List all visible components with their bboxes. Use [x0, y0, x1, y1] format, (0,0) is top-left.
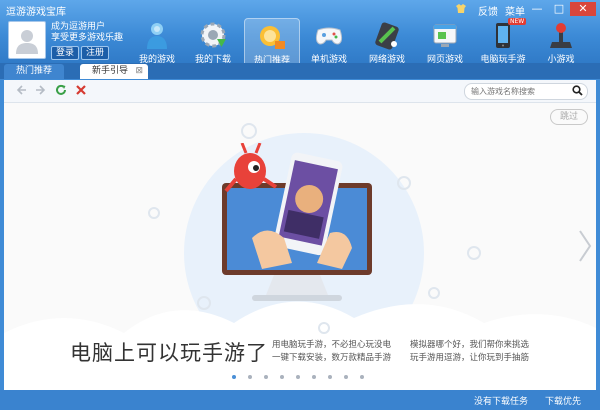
- guide-content: 跳过 电脑上可以玩手游了 用电脑玩手游，不必担心玩没电 一键下载安装，数万款精品…: [4, 103, 596, 390]
- nav-online-games[interactable]: 网络游戏: [360, 18, 414, 66]
- maximize-button[interactable]: □: [548, 2, 570, 16]
- online-game-icon: [372, 20, 402, 50]
- close-button[interactable]: ✕: [570, 2, 596, 16]
- forward-arrow-icon[interactable]: [34, 84, 48, 98]
- page-dot[interactable]: [344, 375, 348, 379]
- nav-single-player[interactable]: 单机游戏: [302, 18, 356, 66]
- user-prompt-line2: 享受更多游戏乐趣: [51, 33, 124, 43]
- avatar[interactable]: [8, 21, 46, 59]
- menu-link[interactable]: 菜单: [505, 3, 525, 18]
- web-game-icon: [430, 20, 460, 50]
- download-priority-link[interactable]: 下载优先: [545, 394, 581, 407]
- joystick-icon: [546, 20, 576, 50]
- no-download-tasks-link[interactable]: 没有下载任务: [474, 394, 528, 407]
- stop-icon[interactable]: [74, 84, 88, 98]
- skin-icon[interactable]: [455, 3, 467, 17]
- login-button[interactable]: 登录: [51, 46, 80, 60]
- nav-web-games[interactable]: 网页游戏: [418, 18, 472, 66]
- tab-beginner-guide[interactable]: 新手引导 ⊠: [80, 64, 149, 79]
- page-dot[interactable]: [232, 375, 236, 379]
- page-dot[interactable]: [280, 375, 284, 379]
- hot-recommend-icon: [257, 21, 287, 51]
- nav-pc-mobile-games[interactable]: NEW 电脑玩手游: [476, 18, 530, 66]
- download-gear-icon: [198, 20, 228, 50]
- nav-hot-recommend[interactable]: 热门推荐: [244, 18, 300, 67]
- search-icon[interactable]: [572, 85, 583, 99]
- pc-mobile-illustration-icon: [222, 143, 372, 301]
- feedback-link[interactable]: 反馈: [478, 3, 498, 18]
- app-title: 逗游游戏宝库: [6, 7, 66, 18]
- guide-description-2: 模拟器哪个好，我们帮你来挑选 玩手游用逗游，让你玩到手抽筋: [410, 339, 529, 365]
- page-dot[interactable]: [360, 375, 364, 379]
- page-dot[interactable]: [264, 375, 268, 379]
- person-icon: [142, 20, 172, 50]
- page-dot[interactable]: [312, 375, 316, 379]
- status-bar: 没有下载任务 下载优先: [0, 390, 600, 410]
- window-buttons: — □ ✕: [526, 2, 596, 16]
- nav-my-games[interactable]: 我的游戏: [130, 18, 184, 66]
- tab-hot-recommend[interactable]: 热门推荐: [4, 64, 65, 79]
- gamepad-icon: [314, 20, 344, 50]
- page-indicator: [232, 375, 376, 379]
- search-box[interactable]: [464, 83, 588, 100]
- guide-headline: 电脑上可以玩手游了: [70, 341, 268, 365]
- refresh-icon[interactable]: [54, 84, 68, 98]
- phone-icon: NEW: [488, 18, 527, 50]
- back-arrow-icon[interactable]: [14, 84, 28, 98]
- tab-label: 新手引导: [92, 66, 129, 76]
- desc-line: 玩手游用逗游，让你玩到手抽筋: [410, 353, 530, 363]
- page-dot[interactable]: [328, 375, 332, 379]
- search-input[interactable]: [471, 85, 567, 98]
- app-window: 逗游游戏宝库 反馈 菜单 — □ ✕ 成为逗游用户 享受更多游戏乐趣 登录 注册: [0, 0, 600, 410]
- desc-line: 模拟器哪个好，我们帮你来挑选: [410, 340, 530, 350]
- skip-button[interactable]: 跳过: [550, 109, 588, 125]
- user-silhouette-icon: [16, 30, 38, 54]
- new-badge: NEW: [508, 18, 527, 25]
- user-prompt-line1: 成为逗游用户: [51, 22, 106, 32]
- header: 逗游游戏宝库 反馈 菜单 — □ ✕ 成为逗游用户 享受更多游戏乐趣 登录 注册: [0, 0, 600, 67]
- register-button[interactable]: 注册: [81, 46, 110, 60]
- nav-mini-games[interactable]: 小游戏: [534, 18, 588, 66]
- browser-toolbar: [4, 80, 596, 103]
- next-page-arrow-icon[interactable]: [578, 229, 592, 266]
- guide-description-1: 用电脑玩手游，不必担心玩没电 一键下载安装，数万款精品手游: [272, 339, 391, 365]
- desc-line: 一键下载安装，数万款精品手游: [272, 353, 392, 363]
- tab-bar: 热门推荐 新手引导 ⊠: [0, 63, 600, 79]
- user-info: 成为逗游用户 享受更多游戏乐趣: [51, 22, 123, 44]
- page-dot[interactable]: [296, 375, 300, 379]
- desc-line: 用电脑玩手游，不必担心玩没电: [272, 340, 392, 350]
- tab-close-icon[interactable]: ⊠: [135, 64, 143, 79]
- minimize-button[interactable]: —: [526, 2, 548, 16]
- nav-my-downloads[interactable]: 我的下载: [186, 18, 240, 66]
- page-dot[interactable]: [248, 375, 252, 379]
